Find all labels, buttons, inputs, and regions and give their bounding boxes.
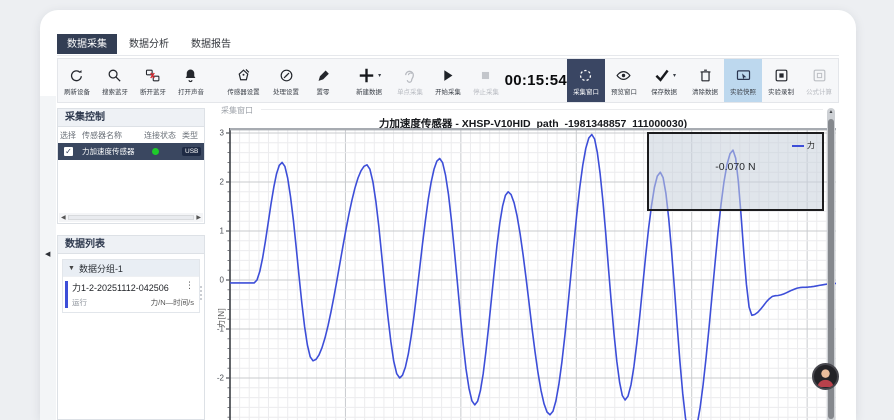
sensor-table-header: 选择 传感器名称 连接状态 类型 (58, 127, 204, 143)
chevron-down-icon[interactable]: ▾ (378, 72, 381, 79)
stop-collection-button[interactable]: 停止采集 (467, 59, 505, 102)
record-frame-icon (773, 66, 790, 85)
data-group: ▼ 数据分组-1 力1-2-20251112-042506 ⋮ 运行 力/N—时… (62, 259, 200, 313)
data-list-item[interactable]: 力1-2-20251112-042506 ⋮ 运行 力/N—时间/s (63, 276, 199, 312)
check-icon (653, 66, 671, 84)
scroll-up-icon[interactable]: ▲ (827, 109, 835, 115)
svg-text:2: 2 (220, 178, 225, 187)
assistant-avatar-button[interactable] (812, 363, 839, 390)
bell-icon (182, 66, 199, 85)
dataset-title: 力1-2-20251112-042506 (72, 281, 169, 294)
svg-text:3: 3 (220, 129, 225, 138)
open-sound-button[interactable]: 打开声音 (172, 59, 210, 102)
svg-text:0: 0 (220, 276, 225, 285)
tab-data-collection[interactable]: 数据采集 (57, 34, 117, 54)
tab-data-report[interactable]: 数据报告 (181, 34, 241, 54)
formula-icon (811, 66, 828, 85)
new-data-button[interactable]: ▾ 新建数据 (347, 59, 391, 102)
search-icon (106, 66, 123, 85)
process-settings-button[interactable]: 处理设置 (265, 59, 307, 102)
selection-box[interactable]: -0.070 N 力 (647, 132, 824, 211)
current-reading: -0.070 N (649, 161, 822, 173)
y-axis-label: 力[N] (216, 308, 227, 328)
item-color-bar (65, 281, 68, 308)
zero-button[interactable]: 置零 (307, 59, 339, 102)
tab-data-analysis[interactable]: 数据分析 (119, 34, 179, 54)
clear-data-button[interactable]: 清除数据 (686, 59, 724, 102)
status-dot (152, 148, 159, 155)
collection-control-panel: 采集控制 选择 传感器名称 连接状态 类型 ✓ 力加速度传感器 USB ◀ ▶ (57, 108, 205, 224)
sensor-name: 力加速度传感器 (82, 146, 144, 157)
sidebar-gutter (40, 96, 56, 420)
pen-icon (315, 66, 332, 85)
svg-text:1: 1 (220, 227, 225, 236)
experiment-record-button[interactable]: 实验录制 (762, 59, 800, 102)
gauge-icon (278, 66, 295, 85)
data-group-header[interactable]: ▼ 数据分组-1 (63, 260, 199, 276)
sidebar-collapse-arrow[interactable]: ◀ (45, 250, 50, 258)
legend-series-label: 力 (807, 140, 815, 151)
save-data-button[interactable]: ▾ 保存数据 (643, 59, 687, 102)
collection-timer: 00:15:54 (505, 59, 567, 102)
sensor-settings-icon (235, 66, 252, 85)
ear-icon (401, 66, 418, 85)
start-collection-button[interactable]: 开始采集 (429, 59, 467, 102)
tab-divider (57, 55, 839, 56)
chevron-down-icon[interactable]: ▾ (673, 72, 676, 79)
panel-splitter-handle[interactable] (200, 286, 202, 300)
hscroll-thumb[interactable] (68, 215, 195, 220)
trash-icon (697, 66, 714, 85)
preview-window-button[interactable]: 预览窗口 (605, 59, 643, 102)
search-bluetooth-button[interactable]: 搜索蓝牙 (96, 59, 134, 102)
chart-panel-label: 采集窗口 (221, 105, 253, 116)
main-tabs: 数据采集 数据分析 数据报告 (57, 34, 241, 54)
app-window: 数据采集 数据分析 数据报告 刷新设备 搜索蓝牙 断开蓝牙 打开声音 (40, 10, 856, 420)
chart-legend: 力 (792, 140, 815, 151)
eye-icon (615, 66, 632, 85)
single-point-button[interactable]: 单点采集 (391, 59, 429, 102)
play-icon (439, 66, 456, 85)
chart-panel: 采集窗口 力加速度传感器 - XHSP-V10HID_path_-1981348… (215, 105, 839, 420)
dataset-status: 运行 (72, 297, 87, 308)
data-list-panel: 数据列表 ▼ 数据分组-1 力1-2-20251112-042506 ⋮ 运行 … (57, 235, 205, 420)
caret-down-icon: ▼ (68, 265, 75, 272)
scroll-right-icon[interactable]: ▶ (196, 214, 201, 221)
panel-title: 采集控制 (58, 109, 204, 127)
person-icon (814, 365, 837, 388)
connection-type-badge: USB (182, 147, 201, 156)
toolbar: 刷新设备 搜索蓝牙 断开蓝牙 打开声音 传感器设置 处理设置 (57, 58, 839, 103)
collection-window-button[interactable]: 采集窗口 (567, 59, 605, 102)
sensor-row[interactable]: ✓ 力加速度传感器 USB (58, 143, 204, 160)
stop-icon (477, 66, 494, 85)
item-menu-icon[interactable]: ⋮ (185, 281, 194, 294)
refresh-icon (68, 66, 85, 85)
svg-text:-2: -2 (217, 374, 225, 383)
snapshot-icon (735, 66, 752, 85)
formula-calc-button[interactable]: 公式计算 (800, 59, 838, 102)
chart-panel-divider (261, 109, 823, 110)
legend-line-swatch (792, 145, 804, 147)
dashed-circle-icon (577, 66, 594, 85)
plus-icon (357, 66, 376, 85)
disconnect-bluetooth-button[interactable]: 断开蓝牙 (134, 59, 172, 102)
dataset-axes: 力/N—时间/s (151, 297, 194, 308)
scroll-left-icon[interactable]: ◀ (61, 214, 66, 221)
panel-title: 数据列表 (58, 236, 204, 254)
bluetooth-disconnect-icon (144, 66, 161, 85)
screen: { "tabs": [ { "label": "数据采集", "active":… (0, 0, 894, 420)
sensor-settings-button[interactable]: 传感器设置 (222, 59, 266, 102)
plot-area[interactable]: 3210-1-2 力[N] -0.070 N 力 (230, 128, 836, 420)
experiment-snapshot-button[interactable]: 实验快照 (724, 59, 762, 102)
sensor-checkbox[interactable]: ✓ (64, 147, 73, 156)
refresh-device-button[interactable]: 刷新设备 (58, 59, 96, 102)
sensor-table-hscrollbar[interactable]: ◀ ▶ (59, 213, 203, 222)
